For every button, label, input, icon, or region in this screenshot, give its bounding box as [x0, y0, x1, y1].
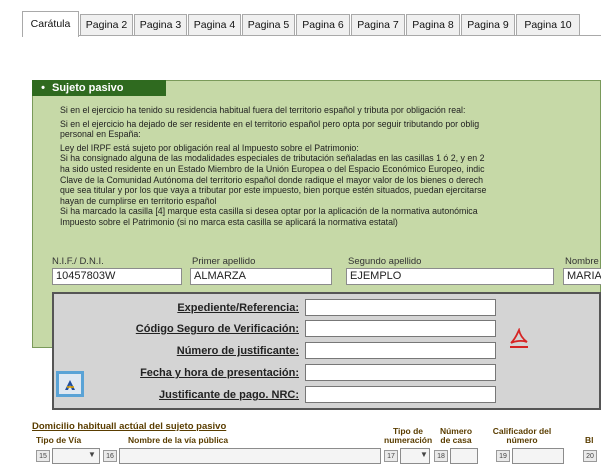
justificante-row: Número de justificante: — [54, 345, 299, 359]
note-cumplirse: hayan de cumplirse en territorio español — [60, 195, 217, 206]
note-residencia: Si en el ejercicio ha tenido su residenc… — [60, 105, 466, 115]
tab-pagina-10[interactable]: Pagina 10 — [516, 14, 580, 36]
chevron-down-icon[interactable]: ▼ — [420, 450, 428, 459]
name-field[interactable]: MARIA — [563, 268, 601, 285]
sign-document-button[interactable] — [56, 371, 84, 397]
section-title: Sujeto pasivo — [52, 82, 124, 94]
col-numero-casa-line2: de casa — [440, 435, 472, 445]
field-number-badge: 16 — [103, 450, 117, 462]
fecha-input[interactable] — [305, 364, 496, 381]
csv-label: Código Seguro de Verificación: — [135, 323, 299, 335]
tab-pagina-7[interactable]: Pagina 7 — [351, 14, 405, 36]
tab-pagina-2[interactable]: Pagina 2 — [80, 14, 133, 36]
expediente-input[interactable] — [305, 299, 496, 316]
field-number-badge: 19 — [496, 450, 510, 462]
nif-field[interactable]: 10457803W — [52, 268, 182, 285]
surname1-label: Primer apellido — [192, 256, 256, 267]
note-modalidades: Si ha consignado alguna de las modalidad… — [60, 153, 485, 164]
note-clave-ccaa: Clave de la Comunidad Autónoma del terri… — [60, 174, 483, 185]
tab-pagina-3[interactable]: Pagina 3 — [134, 14, 187, 36]
nrc-input[interactable] — [305, 386, 496, 403]
nrc-row: Justificante de pago. NRC: — [54, 389, 299, 403]
col-tipo-numeracion-line2: numeración — [384, 435, 433, 445]
nrc-label: Justificante de pago. NRC: — [159, 389, 299, 401]
tab-caratula[interactable]: Carátula — [22, 11, 79, 37]
note-ue: ha sido usted residente en un Estado Mie… — [60, 163, 485, 174]
tab-strip: Carátula Pagina 2 Pagina 3 Pagina 4 Pagi… — [22, 11, 601, 37]
tab-pagina-6[interactable]: Pagina 6 — [296, 14, 350, 36]
csv-row: Código Seguro de Verificación: — [54, 323, 299, 337]
col-calificador-line2: número — [506, 435, 538, 445]
fecha-row: Fecha y hora de presentación: — [54, 367, 299, 381]
fecha-label: Fecha y hora de presentación: — [140, 367, 299, 379]
col-nombre-via: Nombre de la vía pública — [128, 435, 229, 445]
tab-pagina-5[interactable]: Pagina 5 — [242, 14, 295, 36]
col-numero-casa: Número de casa — [434, 427, 478, 445]
numero-casa-input[interactable] — [450, 448, 478, 464]
note-impuesto-patrimonio: Impuesto sobre el Patrimonio (si no marc… — [60, 216, 398, 227]
tab-pagina-4[interactable]: Pagina 4 — [188, 14, 241, 36]
notes-block: Si en el ejercicio ha tenido su residenc… — [60, 105, 601, 228]
field-number-badge: 18 — [434, 450, 448, 462]
calificador-input[interactable] — [512, 448, 564, 464]
tab-pagina-8[interactable]: Pagina 8 — [406, 14, 460, 36]
note-no-residente: Si en el ejercicio ha dejado de ser resi… — [60, 118, 480, 129]
pdf-icon[interactable] — [508, 327, 530, 350]
col-tipo-numeracion: Tipo de numeración — [384, 427, 432, 445]
surname2-label: Segundo apellido — [348, 256, 422, 267]
domicilio-title: Domicilio habituall actúal del sujeto pa… — [32, 421, 227, 432]
field-number-badge: 20 — [583, 450, 597, 462]
name-label: Nombre — [565, 256, 599, 267]
nombre-via-input[interactable] — [119, 448, 381, 464]
note-titular: que sea titular y por los que vaya a tri… — [60, 185, 487, 196]
bullet-icon: • — [41, 82, 45, 94]
nif-label: N.I.F./ D.N.I. — [52, 256, 104, 267]
note-casilla-4: Si ha marcado la casilla [4] marque esta… — [60, 206, 478, 217]
chevron-down-icon[interactable]: ▼ — [88, 450, 96, 459]
tab-divider — [22, 35, 601, 36]
acrobat-icon — [65, 380, 75, 390]
col-calificador: Calificador del número — [482, 427, 562, 445]
csv-input[interactable] — [305, 320, 496, 337]
justificante-input[interactable] — [305, 342, 496, 359]
note-ley-irpf: Ley del IRPF está sujeto por obligación … — [60, 142, 359, 153]
note-no-residente-cont: personal en España: — [60, 129, 141, 140]
field-number-badge: 17 — [384, 450, 398, 462]
surname1-field[interactable]: ALMARZA — [190, 268, 332, 285]
expediente-label: Expediente/Referencia: — [177, 302, 299, 314]
tab-pagina-9[interactable]: Pagina 9 — [461, 14, 515, 36]
section-header: • Sujeto pasivo — [32, 80, 166, 96]
field-number-badge: 15 — [36, 450, 50, 462]
col-tipo-via: Tipo de Vía — [36, 435, 82, 445]
col-bloque: Bl — [585, 435, 594, 445]
expediente-row: Expediente/Referencia: — [54, 302, 299, 316]
justificante-label: Número de justificante: — [176, 345, 299, 357]
surname2-field[interactable]: EJEMPLO — [346, 268, 554, 285]
